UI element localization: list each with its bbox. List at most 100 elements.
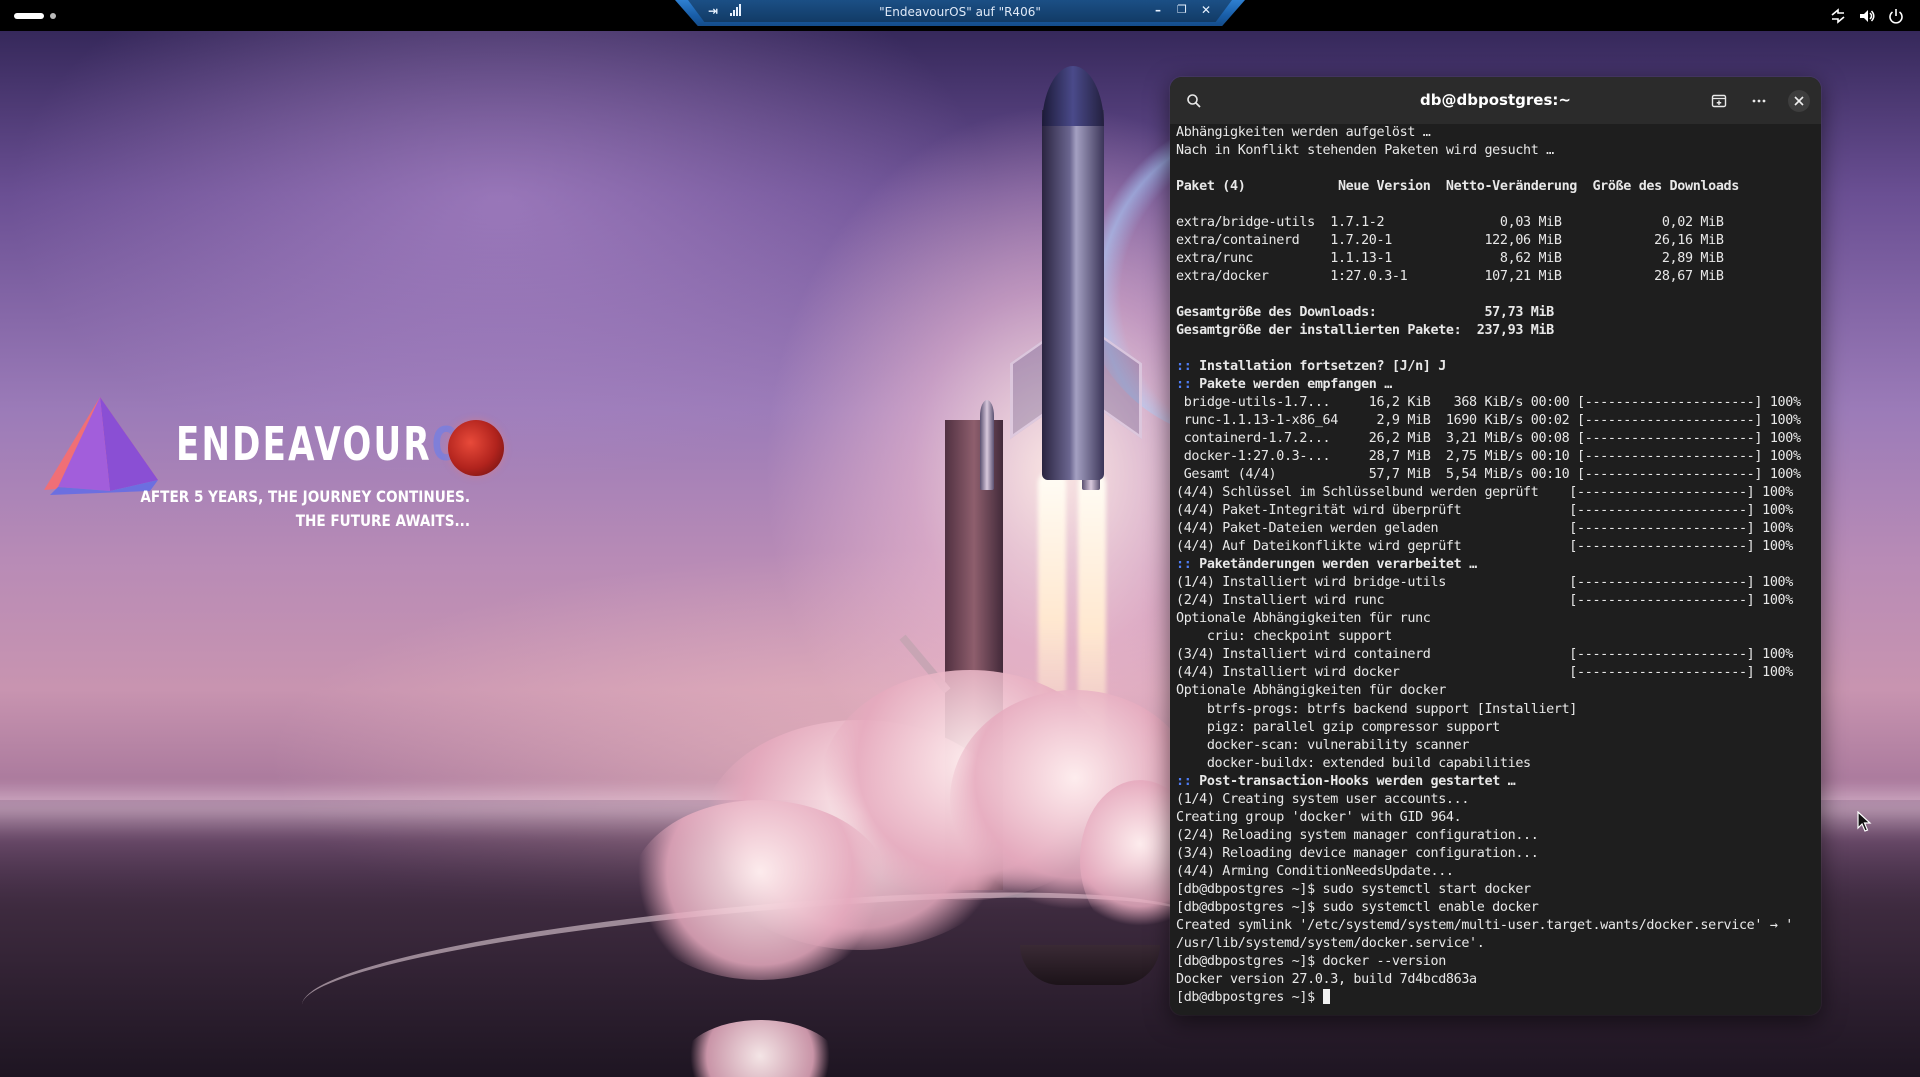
terminal-line-text: [db@dbpostgres ~]$ sudo systemctl enable… xyxy=(1176,899,1539,915)
terminal-line: (4/4) Paket-Integrität wird überprüft [-… xyxy=(1176,502,1816,520)
terminal-line-text: bridge-utils-1.7... 16,2 KiB 368 KiB/s 0… xyxy=(1176,395,1801,411)
terminal-line-text: btrfs-progs: btrfs backend support [Inst… xyxy=(1176,701,1578,717)
terminal-line: extra/runc 1.1.13-1 8,62 MiB 2,89 MiB xyxy=(1176,250,1816,268)
terminal-line: extra/containerd 1.7.20-1 122,06 MiB 26,… xyxy=(1176,232,1816,250)
terminal-line-text: Pakete werden empfangen … xyxy=(1191,377,1392,393)
terminal-line: (2/4) Reloading system manager configura… xyxy=(1176,827,1816,845)
terminal-line-text: extra/bridge-utils 1.7.1-2 0,03 MiB 0,02… xyxy=(1176,215,1724,231)
wordmark-main: ENDEAVOUR xyxy=(176,417,432,471)
terminal-line: docker-scan: vulnerability scanner xyxy=(1176,737,1816,755)
new-tab-icon xyxy=(1711,94,1727,108)
terminal-search-button[interactable] xyxy=(1178,85,1210,117)
terminal-line-text: runc-1.1.13-1-x86_64 2,9 MiB 1690 KiB/s … xyxy=(1176,413,1801,429)
terminal-line: Abhängigkeiten werden aufgelöst … xyxy=(1176,124,1816,142)
terminal-line: [db@dbpostgres ~]$ docker --version xyxy=(1176,953,1816,971)
terminal-line-text: /usr/lib/systemd/system/docker.service'. xyxy=(1176,935,1485,951)
terminal-header-bar[interactable]: db@dbpostgres:~ xyxy=(1170,77,1821,124)
terminal-line: :: Installation fortsetzen? [J/n] J xyxy=(1176,358,1816,376)
workspace-indicator-dot[interactable] xyxy=(50,13,56,19)
terminal-new-tab-button[interactable] xyxy=(1703,85,1735,117)
power-icon[interactable] xyxy=(1887,7,1905,25)
terminal-line: (4/4) Arming ConditionNeedsUpdate... xyxy=(1176,863,1816,881)
terminal-menu-button[interactable] xyxy=(1743,85,1775,117)
terminal-line: [db@dbpostgres ~]$ sudo systemctl start … xyxy=(1176,881,1816,899)
terminal-line-text: criu: checkpoint support xyxy=(1176,629,1392,645)
terminal-line: Optionale Abhängigkeiten für runc xyxy=(1176,610,1816,628)
terminal-line-text: (1/4) Installiert wird bridge-utils [---… xyxy=(1176,575,1793,591)
terminal-line-text: pigz: parallel gzip compressor support xyxy=(1176,719,1500,735)
terminal-line-text: [db@dbpostgres ~]$ xyxy=(1176,989,1323,1004)
terminal-line-text: Created symlink '/etc/systemd/system/mul… xyxy=(1176,917,1793,933)
terminal-line: /usr/lib/systemd/system/docker.service'. xyxy=(1176,935,1816,953)
terminal-line: Docker version 27.0.3, build 7d4bcd863a xyxy=(1176,971,1816,989)
wallpaper-launch-pad xyxy=(1020,945,1160,985)
terminal-output[interactable]: Abhängigkeiten werden aufgelöst … Nach in… xyxy=(1176,124,1816,1004)
terminal-line: (4/4) Installiert wird docker [---------… xyxy=(1176,664,1816,682)
close-remote-button[interactable]: ✕ xyxy=(1201,3,1211,17)
terminal-line-text: (3/4) Reloading device manager configura… xyxy=(1176,845,1539,861)
terminal-line: Nach in Konflikt stehenden Paketen wird … xyxy=(1176,142,1816,160)
terminal-line: (3/4) Installiert wird containerd [-----… xyxy=(1176,646,1816,664)
minimize-remote-button[interactable]: – xyxy=(1155,3,1161,17)
terminal-line-text: Paketänderungen werden verarbeitet … xyxy=(1191,557,1477,573)
connection-signal-icon[interactable] xyxy=(730,4,744,16)
terminal-line-text: Optionale Abhängigkeiten für runc xyxy=(1176,611,1431,627)
terminal-close-button[interactable] xyxy=(1783,85,1815,117)
terminal-line: [db@dbpostgres ~]$ sudo systemctl enable… xyxy=(1176,899,1816,917)
terminal-line-text: Installation fortsetzen? [J/n] J xyxy=(1191,359,1446,375)
logo-tagline-line-1: AFTER 5 YEARS, THE JOURNEY CONTINUES. xyxy=(140,487,470,506)
terminal-line-text: docker-scan: vulnerability scanner xyxy=(1176,737,1470,753)
volume-icon[interactable] xyxy=(1858,7,1876,25)
remote-desktop-title: "EndeavourOS" auf "R406" xyxy=(879,5,1041,19)
terminal-line-text: (4/4) Paket-Integrität wird überprüft [-… xyxy=(1176,503,1793,519)
pin-icon[interactable]: ⇥ xyxy=(708,4,718,18)
search-icon xyxy=(1187,94,1201,108)
terminal-line-text: Creating group 'docker' with GID 964. xyxy=(1176,809,1462,825)
terminal-line: extra/bridge-utils 1.7.1-2 0,03 MiB 0,02… xyxy=(1176,214,1816,232)
terminal-line-text: (4/4) Auf Dateikonflikte wird geprüft [-… xyxy=(1176,539,1793,555)
terminal-line: Paket (4) Neue Version Netto-Veränderung… xyxy=(1176,178,1816,196)
terminal-line-text: extra/docker 1:27.0.3-1 107,21 MiB 28,67… xyxy=(1176,269,1724,285)
terminal-line-text: (2/4) Installiert wird runc [-----------… xyxy=(1176,593,1793,609)
pacman-arrow: :: xyxy=(1176,359,1192,375)
activities-indicator[interactable] xyxy=(14,13,44,19)
endeavouros-logo: ENDEAVOUROS AFTER 5 YEARS, THE JOURNEY C… xyxy=(40,395,510,535)
terminal-line: pigz: parallel gzip compressor support xyxy=(1176,719,1816,737)
terminal-line: docker-1:27.0.3-... 28,7 MiB 2,75 MiB/s … xyxy=(1176,448,1816,466)
terminal-line: btrfs-progs: btrfs backend support [Inst… xyxy=(1176,701,1816,719)
terminal-line-text: (3/4) Installiert wird containerd [-----… xyxy=(1176,647,1793,663)
more-options-icon xyxy=(1752,99,1766,103)
terminal-line: (3/4) Reloading device manager configura… xyxy=(1176,845,1816,863)
terminal-line-text: Post-transaction-Hooks werden gestartet … xyxy=(1191,773,1516,789)
terminal-line-text: (1/4) Creating system user accounts... xyxy=(1176,791,1470,807)
terminal-line-text: extra/containerd 1.7.20-1 122,06 MiB 26,… xyxy=(1176,233,1724,249)
terminal-line-text: (4/4) Paket-Dateien werden geladen [----… xyxy=(1176,521,1793,537)
terminal-line-text: Docker version 27.0.3, build 7d4bcd863a xyxy=(1176,971,1477,987)
terminal-line: (4/4) Paket-Dateien werden geladen [----… xyxy=(1176,520,1816,538)
terminal-line: docker-buildx: extended build capabiliti… xyxy=(1176,755,1816,773)
endeavouros-logo-icon xyxy=(44,397,158,495)
terminal-line: Optionale Abhängigkeiten für docker xyxy=(1176,682,1816,700)
terminal-line-text: (4/4) Installiert wird docker [---------… xyxy=(1176,665,1793,681)
terminal-line: [db@dbpostgres ~]$ xyxy=(1176,988,1816,1004)
terminal-line: :: Paketänderungen werden verarbeitet … xyxy=(1176,556,1816,574)
restore-remote-button[interactable]: ❐ xyxy=(1177,3,1187,16)
terminal-line-text: docker-1:27.0.3-... 28,7 MiB 2,75 MiB/s … xyxy=(1176,449,1801,465)
pacman-arrow: :: xyxy=(1176,557,1192,573)
terminal-line-text: [db@dbpostgres ~]$ sudo systemctl start … xyxy=(1176,881,1531,897)
terminal-line-text: Nach in Konflikt stehenden Paketen wird … xyxy=(1176,143,1554,159)
terminal-window[interactable]: db@dbpostgres:~ Abhängigkeiten werden au… xyxy=(1170,77,1821,1015)
wallpaper-booster xyxy=(980,400,994,490)
terminal-line: Gesamtgröße des Downloads: 57,73 MiB xyxy=(1176,304,1816,322)
logo-tagline-line-2: THE FUTURE AWAITS... xyxy=(295,511,470,530)
terminal-line: runc-1.1.13-1-x86_64 2,9 MiB 1690 KiB/s … xyxy=(1176,412,1816,430)
terminal-line: bridge-utils-1.7... 16,2 KiB 368 KiB/s 0… xyxy=(1176,394,1816,412)
network-icon[interactable] xyxy=(1829,7,1847,25)
terminal-line-text: extra/runc 1.1.13-1 8,62 MiB 2,89 MiB xyxy=(1176,251,1724,267)
terminal-line-text: Gesamtgröße des Downloads: 57,73 MiB xyxy=(1176,305,1554,321)
terminal-line-text: Abhängigkeiten werden aufgelöst … xyxy=(1176,125,1431,140)
terminal-line-text: Gesamt (4/4) 57,7 MiB 5,54 MiB/s 00:10 [… xyxy=(1176,467,1801,483)
